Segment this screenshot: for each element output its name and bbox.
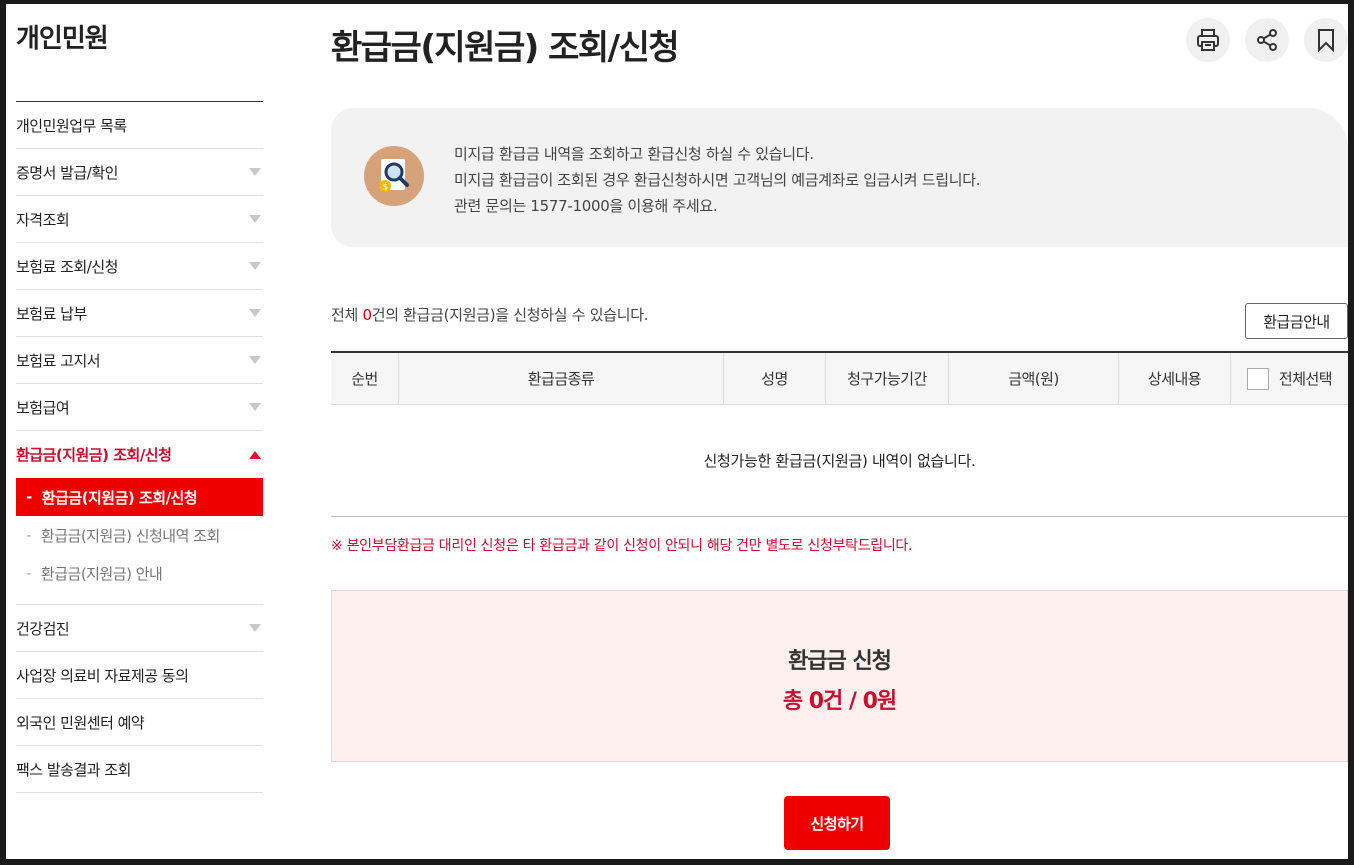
sidebar-title: 개인민원: [16, 18, 263, 102]
chevron-up-icon: [249, 450, 261, 459]
chevron-down-icon: [249, 309, 261, 317]
sidebar-item-label: 증명서 발급/확인: [16, 163, 118, 182]
sidebar-item-label: 외국인 민원센터 예약: [16, 713, 145, 732]
sidebar-submenu: - 환급금(지원금) 조회/신청 - 환급금(지원금) 신청내역 조회 - 환급…: [16, 478, 263, 605]
apply-summary-box: 환급금 신청 총 0건 / 0원: [331, 590, 1348, 762]
select-all-label: 전체선택: [1278, 370, 1333, 388]
info-box: $ 미지급 환급금 내역을 조회하고 환급신청 하실 수 있습니다. 미지급 환…: [331, 108, 1348, 247]
select-all-header: 전체선택: [1231, 353, 1348, 404]
print-button[interactable]: [1186, 18, 1230, 62]
refund-count-text: 전체 0건의 환급금(지원금)을 신청하실 수 있습니다.: [331, 304, 648, 325]
sidebar-item-eligibility[interactable]: 자격조회: [16, 196, 263, 243]
sidebar-subitem-refund-inquiry[interactable]: - 환급금(지원금) 조회/신청: [16, 478, 263, 516]
chevron-down-icon: [249, 403, 261, 411]
notice-text: ※ 본인부담환급금 대리인 신청은 타 환급금과 같이 신청이 안되니 해당 건…: [331, 538, 913, 554]
info-line: 관련 문의는 1577-1000을 이용해 주세요.: [454, 197, 718, 215]
sidebar-item-refund[interactable]: 환급금(지원금) 조회/신청: [16, 431, 263, 478]
sidebar-subitem-label: 환급금(지원금) 신청내역 조회: [40, 526, 220, 545]
column-header: 환급금종류: [399, 353, 724, 404]
refund-count: 0: [362, 306, 372, 324]
apply-summary-title: 환급금 신청: [788, 649, 892, 674]
sidebar-item-foreigner-center[interactable]: 외국인 민원센터 예약: [16, 699, 263, 746]
sidebar-item-certificate[interactable]: 증명서 발급/확인: [16, 149, 263, 196]
sidebar-item-fax-result[interactable]: 팩스 발송결과 조회: [16, 746, 263, 793]
dash-icon: -: [26, 526, 31, 544]
sidebar-item-health-checkup[interactable]: 건강검진: [16, 605, 263, 652]
sidebar-item-label: 개인민원업무 목록: [16, 116, 127, 135]
dash-icon: -: [26, 488, 32, 506]
print-icon: [1197, 29, 1219, 51]
bookmark-button[interactable]: [1304, 18, 1348, 62]
sidebar-item-label: 보험료 고지서: [16, 351, 101, 370]
sidebar-item-label: 환급금(지원금) 조회/신청: [16, 446, 172, 464]
select-all-checkbox[interactable]: [1246, 367, 1269, 390]
dash-icon: -: [26, 564, 31, 582]
sidebar: 개인민원 개인민원업무 목록 증명서 발급/확인 자격조회 보험료 조회/신청 …: [16, 4, 263, 793]
sidebar-subitem-refund-guide[interactable]: - 환급금(지원금) 안내: [16, 554, 263, 592]
share-icon: [1257, 29, 1277, 51]
sidebar-item-benefits[interactable]: 보험급여: [16, 384, 263, 431]
chevron-down-icon: [249, 168, 261, 176]
sidebar-item-label: 보험급여: [16, 398, 70, 417]
sidebar-subitem-refund-history[interactable]: - 환급금(지원금) 신청내역 조회: [16, 516, 263, 554]
chevron-down-icon: [249, 215, 261, 223]
page-tools: [1186, 18, 1348, 62]
table-header: 순번 환급금종류 성명 청구가능기간 금액(원) 상세내용 전체선택: [331, 353, 1348, 405]
chevron-down-icon: [249, 356, 261, 364]
sidebar-item-label: 건강검진: [16, 619, 70, 638]
sidebar-subitem-label: 환급금(지원금) 안내: [40, 564, 163, 583]
column-header: 성명: [724, 353, 826, 404]
sidebar-item-label: 자격조회: [16, 210, 70, 229]
column-header: 상세내용: [1119, 353, 1231, 404]
chevron-down-icon: [249, 262, 261, 270]
refund-search-icon: $: [364, 146, 424, 206]
info-text: 미지급 환급금 내역을 조회하고 환급신청 하실 수 있습니다. 미지급 환급금…: [454, 141, 981, 219]
refund-guide-button[interactable]: 환급금안내: [1245, 303, 1348, 339]
sidebar-item-civil-list[interactable]: 개인민원업무 목록: [16, 102, 263, 149]
refund-table: 순번 환급금종류 성명 청구가능기간 금액(원) 상세내용 전체선택 신청가능한…: [331, 351, 1348, 517]
sidebar-item-label: 보험료 납부: [16, 304, 87, 323]
table-empty-message: 신청가능한 환급금(지원금) 내역이 없습니다.: [331, 405, 1348, 517]
sidebar-item-premium-payment[interactable]: 보험료 납부: [16, 290, 263, 337]
column-header: 금액(원): [949, 353, 1119, 404]
page-frame: 개인민원 개인민원업무 목록 증명서 발급/확인 자격조회 보험료 조회/신청 …: [6, 4, 1348, 859]
column-header: 순번: [331, 353, 399, 404]
apply-button[interactable]: 신청하기: [784, 796, 890, 850]
chevron-down-icon: [249, 624, 261, 632]
column-header: 청구가능기간: [826, 353, 949, 404]
apply-summary-total: 총 0건 / 0원: [782, 689, 897, 714]
count-suffix: 건의 환급금(지원금)을 신청하실 수 있습니다.: [371, 306, 649, 324]
sidebar-item-label: 팩스 발송결과 조회: [16, 760, 131, 779]
svg-text:$: $: [383, 183, 389, 193]
sidebar-item-label: 보험료 조회/신청: [16, 257, 118, 276]
sidebar-subitem-label: 환급금(지원금) 조회/신청: [41, 488, 198, 507]
main-content: 환급금(지원금) 조회/신청 $ 미지급 환급금 내역을 조회하고 환급신청 하…: [331, 4, 1348, 850]
share-button[interactable]: [1245, 18, 1289, 62]
info-line: 미지급 환급금 내역을 조회하고 환급신청 하실 수 있습니다.: [454, 145, 814, 163]
count-prefix: 전체: [331, 306, 363, 324]
sidebar-item-label: 사업장 의료비 자료제공 동의: [16, 666, 189, 685]
sidebar-item-medical-data-consent[interactable]: 사업장 의료비 자료제공 동의: [16, 652, 263, 699]
sidebar-item-premium-inquiry[interactable]: 보험료 조회/신청: [16, 243, 263, 290]
info-line: 미지급 환급금이 조회된 경우 환급신청하시면 고객님의 예금계좌로 입금시켜 …: [454, 171, 981, 189]
sidebar-item-premium-notice[interactable]: 보험료 고지서: [16, 337, 263, 384]
bookmark-icon: [1318, 29, 1334, 52]
